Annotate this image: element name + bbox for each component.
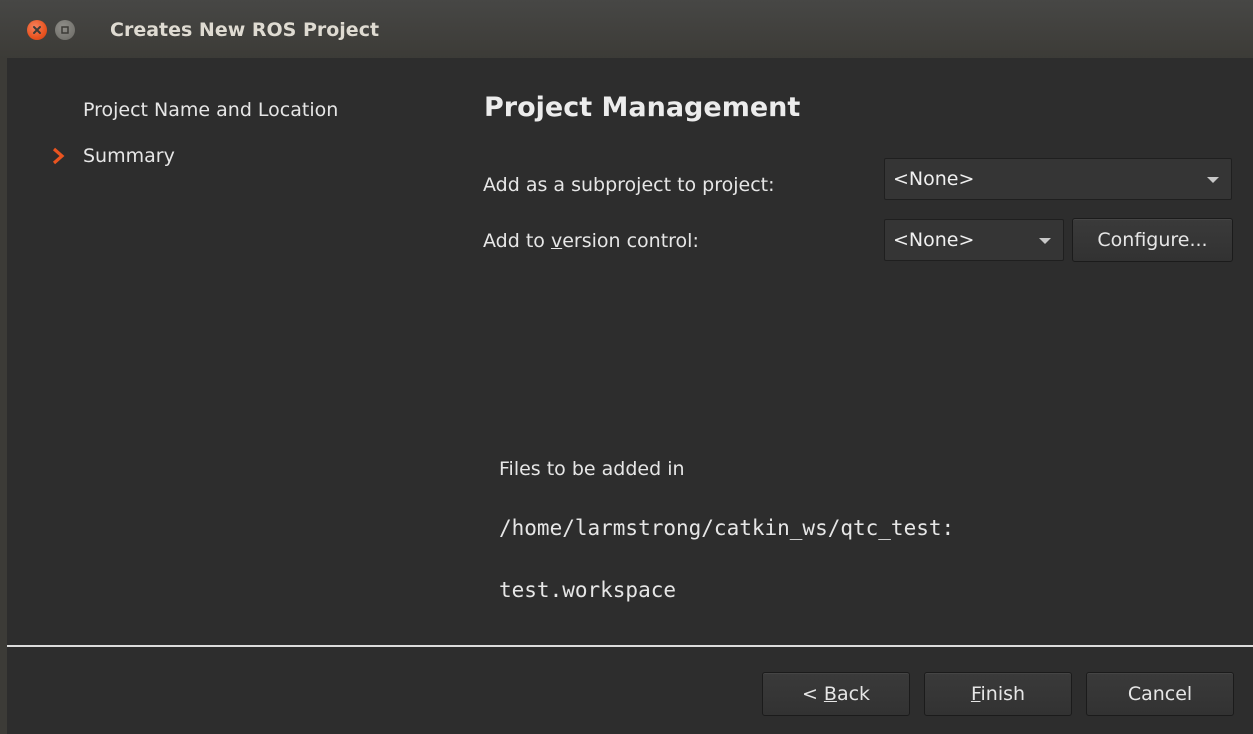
finish-button-rest: inish <box>980 683 1026 705</box>
back-button-mnemonic: B <box>823 683 837 705</box>
window-title: Creates New ROS Project <box>110 19 380 41</box>
wizard-window: Creates New ROS Project Project Name and… <box>0 0 1253 734</box>
back-button-rest: ack <box>836 683 871 705</box>
cancel-button-label: Cancel <box>1127 683 1193 705</box>
file-list-item: test.workspace <box>499 578 677 602</box>
finish-button-mnemonic: F <box>970 683 981 705</box>
subproject-label: Add as a subproject to project: <box>483 174 775 196</box>
nav-step-summary: Summary <box>50 141 450 187</box>
back-button[interactable]: < Back <box>762 672 910 716</box>
version-control-label: Add to version control: <box>483 228 699 254</box>
version-control-label-mnemonic: v <box>550 230 563 252</box>
maximize-window-button[interactable] <box>55 20 75 40</box>
finish-button[interactable]: Finish <box>924 672 1072 716</box>
nav-step-label: Project Name and Location <box>83 99 339 121</box>
finish-button-label: Finish <box>971 683 1025 705</box>
subproject-select[interactable]: <None> <box>884 158 1232 200</box>
dropdown-arrow-icon <box>1039 238 1051 244</box>
configure-button[interactable]: Configure... <box>1072 218 1233 262</box>
nav-step-label: Summary <box>83 145 175 167</box>
cancel-button[interactable]: Cancel <box>1086 672 1234 716</box>
configure-button-label: Configure... <box>1097 229 1208 251</box>
files-to-be-added-label: Files to be added in <box>499 458 685 480</box>
window-left-border <box>0 58 7 734</box>
dropdown-arrow-icon <box>1207 177 1219 183</box>
title-bar[interactable]: Creates New ROS Project <box>0 0 1253 58</box>
version-control-select[interactable]: <None> <box>884 219 1064 261</box>
nav-step-project-name: Project Name and Location <box>50 95 450 141</box>
back-button-label: < Back <box>802 683 870 705</box>
close-window-button[interactable] <box>27 20 47 40</box>
version-control-select-value: <None> <box>893 229 975 251</box>
version-control-label-text-rest: ersion control: <box>562 230 699 252</box>
current-step-arrow-icon <box>52 147 65 165</box>
version-control-label-text: Add to <box>483 230 551 252</box>
subproject-select-value: <None> <box>893 168 975 190</box>
maximize-icon <box>61 26 69 34</box>
page-title: Project Management <box>484 92 801 123</box>
wizard-steps-nav: Project Name and Location Summary <box>50 95 450 187</box>
files-path: /home/larmstrong/catkin_ws/qtc_test: <box>499 516 955 540</box>
footer-separator <box>7 645 1253 647</box>
close-icon <box>33 26 41 34</box>
back-button-prefix: < <box>801 683 824 705</box>
